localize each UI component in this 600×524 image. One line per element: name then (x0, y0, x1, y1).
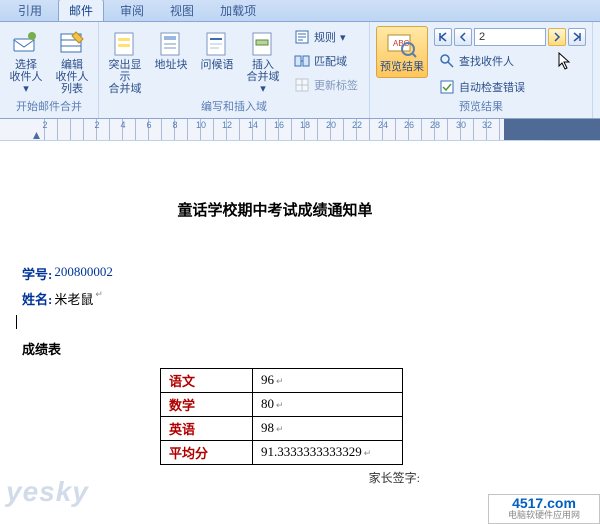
horizontal-ruler[interactable]: 22468101214161820222426283032343638 (0, 119, 600, 141)
update-labels-icon (294, 77, 310, 93)
highlight-icon (111, 29, 139, 57)
table-row: 语文96↵ (161, 368, 403, 392)
table-row: 数学80↵ (161, 392, 403, 416)
ribbon-group-start-merge: 选择收件人 ▾ 编辑收件人列表 开始邮件合并 (0, 22, 99, 118)
ruler-margin-right (504, 119, 600, 141)
tab-review[interactable]: 审阅 (110, 0, 154, 21)
address-block-icon (157, 29, 185, 57)
rules-button[interactable]: 规则 ▾ (289, 26, 363, 48)
subject-cell: 语文 (161, 368, 253, 392)
document-page: 童话学校期中考试成绩通知单 学号: 200800002 姓名: 米老鼠↵ 成绩表… (0, 179, 600, 524)
nav-last-button[interactable] (568, 28, 586, 46)
insert-field-icon (249, 29, 277, 57)
group-label-start: 开始邮件合并 (16, 98, 82, 116)
update-labels-button[interactable]: 更新标签 (289, 74, 363, 96)
score-cell: 98↵ (253, 416, 403, 440)
envelope-people-icon (12, 29, 40, 57)
search-icon (439, 53, 455, 69)
name-value: 米老鼠 (54, 289, 93, 308)
edit-recipient-list-button[interactable]: 编辑收件人列表 (52, 26, 92, 98)
ribbon-group-preview: ABC 预览结果 (370, 22, 593, 118)
find-recipient-button[interactable]: 查找收件人 (434, 50, 586, 72)
ruler-numbers: 22468101214161820222426283032343638 (32, 120, 578, 130)
group-label-preview: 预览结果 (459, 98, 503, 116)
nav-prev-button[interactable] (454, 28, 472, 46)
record-number-input[interactable] (474, 28, 546, 46)
score-table: 语文96↵ 数学80↵ 英语98↵ 平均分91.3333333333329↵ (160, 368, 403, 465)
ribbon-tabs: 引用 邮件 审阅 视图 加载项 (0, 0, 600, 22)
match-icon (294, 53, 310, 69)
score-cell: 91.3333333333329↵ (253, 440, 403, 464)
auto-check-errors-button[interactable]: 自动检查错误 (434, 76, 586, 98)
nav-first-button[interactable] (434, 28, 452, 46)
tab-addins[interactable]: 加载项 (210, 0, 266, 21)
group-label-write: 编写和插入域 (201, 98, 267, 116)
name-label: 姓名: (22, 289, 52, 308)
doc-title: 童话学校期中考试成绩通知单 (30, 199, 520, 220)
select-recipients-button[interactable]: 选择收件人 ▾ (6, 26, 46, 98)
check-errors-icon (439, 79, 455, 95)
subject-cell: 英语 (161, 416, 253, 440)
ribbon: 选择收件人 ▾ 编辑收件人列表 开始邮件合并 突出显示合并域 (0, 22, 600, 119)
tab-mailings[interactable]: 邮件 (58, 0, 104, 21)
document-area[interactable]: 童话学校期中考试成绩通知单 学号: 200800002 姓名: 米老鼠↵ 成绩表… (0, 141, 600, 524)
subject-cell: 平均分 (161, 440, 253, 464)
greeting-line-button[interactable]: 问候语 (197, 26, 237, 74)
student-id-value: 200800002 (54, 264, 113, 283)
table-row: 平均分91.3333333333329↵ (161, 440, 403, 464)
tab-view[interactable]: 视图 (160, 0, 204, 21)
student-id-label: 学号: (22, 264, 52, 283)
score-cell: 96↵ (253, 368, 403, 392)
parent-sign-label: 家长签字: (30, 469, 420, 486)
record-navigator (434, 28, 586, 46)
text-caret (16, 315, 17, 329)
score-cell: 80↵ (253, 392, 403, 416)
highlight-merge-fields-button[interactable]: 突出显示合并域 (105, 26, 145, 98)
student-id-line: 学号: 200800002 (22, 264, 520, 283)
edit-list-icon (58, 29, 86, 57)
subject-cell: 数学 (161, 392, 253, 416)
address-block-button[interactable]: 地址块 (151, 26, 191, 74)
match-fields-button[interactable]: 匹配域 (289, 50, 363, 72)
greeting-icon (203, 29, 231, 57)
insert-merge-field-button[interactable]: 插入合并域 ▾ (243, 26, 283, 98)
preview-magnifier-icon: ABC (386, 31, 418, 59)
nav-next-button[interactable] (548, 28, 566, 46)
table-row: 英语98↵ (161, 416, 403, 440)
ribbon-group-write-fields: 突出显示合并域 地址块 问候语 (99, 22, 370, 118)
tab-references[interactable]: 引用 (8, 0, 52, 21)
rules-icon (294, 29, 310, 45)
name-line: 姓名: 米老鼠↵ (22, 289, 520, 308)
score-section-label: 成绩表 (22, 339, 520, 358)
preview-results-button[interactable]: ABC 预览结果 (376, 26, 428, 78)
